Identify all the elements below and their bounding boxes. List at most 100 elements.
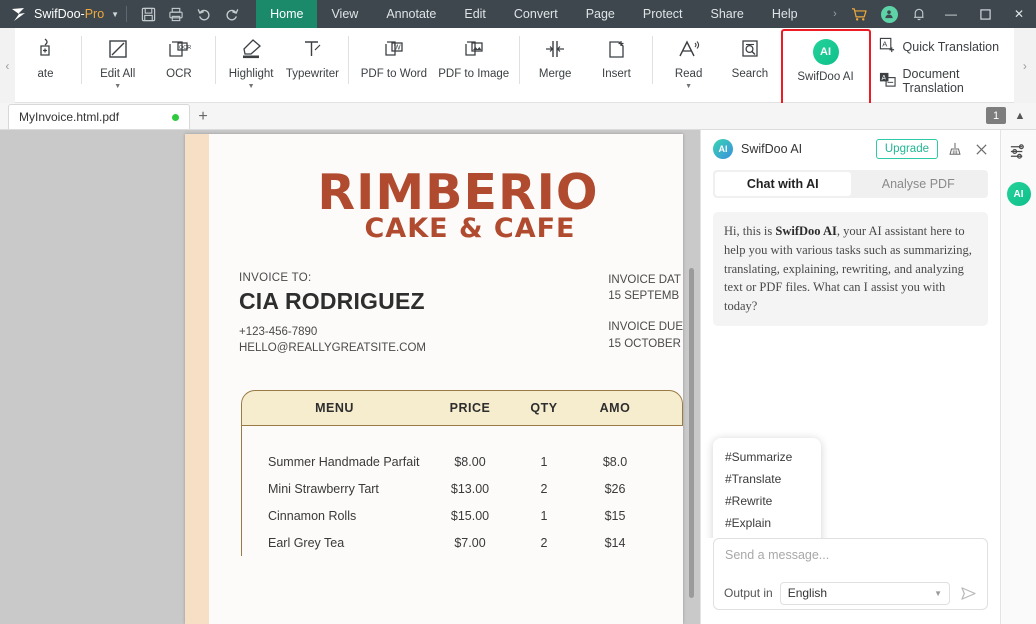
close-button[interactable]: ✕ (1002, 0, 1036, 28)
menu-item-annotate[interactable]: Annotate (372, 0, 450, 28)
cell-amount: $15 (604, 508, 626, 523)
ribbon-label-create: ate (37, 68, 54, 80)
invoice-date-value: 15 SEPTEMB (608, 290, 680, 303)
output-language-select[interactable]: English ▼ (779, 581, 950, 605)
prompt-option-summarize[interactable]: #Summarize (713, 446, 821, 468)
prompt-option-proofread[interactable]: #Proofread (713, 534, 821, 538)
ribbon-label-insert: Insert (602, 68, 631, 80)
chevron-down-icon[interactable]: ▼ (114, 83, 121, 90)
right-side-rail: AI (1000, 130, 1036, 624)
ribbon-divider (81, 36, 83, 84)
notification-bell-icon[interactable] (904, 0, 934, 28)
minimize-button[interactable]: — (934, 0, 968, 28)
invoice-due-label: INVOICE DUE (608, 320, 683, 333)
ribbon-button-typewriter[interactable]: Typewriter (282, 28, 343, 103)
document-scrollbar[interactable] (689, 268, 694, 598)
menu-item-page[interactable]: Page (572, 0, 629, 28)
pdf-to-image-icon (462, 34, 486, 64)
message-input[interactable]: Send a message... (714, 539, 987, 577)
tab-analyse-pdf[interactable]: Analyse PDF (851, 172, 987, 196)
maximize-button[interactable] (968, 0, 1002, 28)
cell-qty: 2 (540, 535, 548, 550)
merge-icon (542, 34, 568, 64)
ribbon-toolbar: ‹ ate Edit All ▼ OCR OCR Highlight ▼ Typ… (0, 28, 1036, 112)
document-tab[interactable]: MyInvoice.html.pdf (8, 104, 190, 129)
ribbon-label-edit-all: Edit All (100, 68, 136, 80)
document-workspace: RIMBERIO CAKE & CAFE INVOICE TO: CIA ROD… (0, 130, 700, 624)
highlight-icon (238, 34, 264, 64)
quick-translation-icon: A (879, 37, 896, 57)
cell-price: $7.00 (454, 535, 486, 550)
brand-dropdown-icon[interactable]: ▼ (111, 10, 119, 19)
cell-amount: $8.0 (602, 454, 628, 469)
quick-translation-label: Quick Translation (902, 39, 1000, 54)
ribbon-scroll-left-icon[interactable]: ‹ (0, 28, 15, 103)
chevron-up-icon[interactable]: ▲ (1008, 102, 1032, 129)
ribbon-button-create[interactable]: ate (15, 28, 76, 103)
undo-icon[interactable] (190, 0, 218, 28)
ribbon-button-highlight[interactable]: Highlight ▼ (221, 28, 282, 103)
invoice-date-block: INVOICE DAT 15 SEPTEMB (608, 272, 683, 305)
ribbon-button-ocr[interactable]: OCR OCR (148, 28, 209, 103)
chevron-down-icon[interactable]: ▼ (248, 83, 255, 90)
column-header-price: PRICE (449, 401, 491, 416)
compose-controls: Output in English ▼ (714, 577, 987, 609)
invoice-client-name: CIA RODRIGUEZ (239, 287, 425, 314)
invoice-meta: INVOICE TO: CIA RODRIGUEZ +123-456-7890 … (209, 272, 683, 367)
ribbon-button-edit-all[interactable]: Edit All ▼ (87, 28, 148, 103)
ribbon-divider (518, 36, 520, 84)
toolbar-divider (126, 6, 128, 22)
new-tab-button[interactable]: + (190, 104, 216, 129)
redo-icon[interactable] (218, 0, 246, 28)
tab-chat-with-ai[interactable]: Chat with AI (715, 172, 851, 196)
quick-translation-button[interactable]: A Quick Translation (879, 37, 1014, 57)
ribbon-scroll-right-icon[interactable]: › (1013, 28, 1036, 103)
document-translation-button[interactable]: A Document Translation (879, 67, 1014, 95)
table-row: Earl Grey Tea $7.00 2 $14 (242, 529, 683, 556)
menu-item-help[interactable]: Help (758, 0, 812, 28)
ribbon-button-read[interactable]: Read ▼ (658, 28, 719, 103)
brand-pro: Pro (84, 7, 105, 21)
ribbon-button-pdf-to-image[interactable]: PDF to Image (434, 28, 514, 103)
cell-amount: $26 (604, 481, 626, 496)
ribbon-button-swifdoo-ai[interactable]: AI SwifDoo AI (787, 33, 865, 108)
close-icon[interactable] (972, 140, 990, 158)
menu-item-edit[interactable]: Edit (450, 0, 500, 28)
search-icon (738, 34, 762, 64)
ribbon-button-pdf-to-word[interactable]: W PDF to Word (354, 28, 434, 103)
prompt-option-translate[interactable]: #Translate (713, 468, 821, 490)
prompt-option-explain[interactable]: #Explain (713, 512, 821, 534)
cell-amount: $14 (604, 535, 626, 550)
menu-overflow-icon[interactable]: › (826, 8, 844, 20)
document-translation-icon: A (879, 71, 896, 91)
ribbon-button-search[interactable]: Search (719, 28, 780, 103)
menu-item-convert[interactable]: Convert (500, 0, 572, 28)
title-bar: SwifDoo-Pro ▼ Home View Annotate Edit Co… (0, 0, 1036, 28)
rail-ai-button[interactable]: AI (1006, 182, 1031, 206)
upgrade-button[interactable]: Upgrade (875, 138, 938, 160)
menu-item-share[interactable]: Share (697, 0, 758, 28)
invoice-bill-to: INVOICE TO: CIA RODRIGUEZ +123-456-7890 … (239, 272, 426, 367)
save-icon[interactable] (134, 0, 162, 28)
send-icon[interactable] (957, 586, 979, 601)
chevron-down-icon[interactable]: ▼ (685, 83, 692, 90)
menu-item-view[interactable]: View (317, 0, 372, 28)
user-account-icon[interactable] (874, 0, 904, 28)
invoice-table-header: MENU PRICE QTY AMO (241, 390, 683, 427)
table-row: Mini Strawberry Tart $13.00 2 $26 (242, 475, 683, 502)
ribbon-button-insert[interactable]: Insert (586, 28, 647, 103)
document-tab-bar: MyInvoice.html.pdf + 1 ▲ (0, 103, 1036, 130)
app-brand: SwifDoo-Pro (34, 7, 104, 21)
cart-icon[interactable] (844, 0, 874, 28)
menu-item-home[interactable]: Home (256, 0, 318, 28)
ai-panel-avatar-icon: AI (713, 139, 733, 159)
prompt-option-rewrite[interactable]: #Rewrite (713, 490, 821, 512)
sliders-icon[interactable] (1009, 142, 1028, 166)
ribbon-button-merge[interactable]: Merge (525, 28, 586, 103)
output-language-label: Output in (724, 586, 773, 600)
print-icon[interactable] (162, 0, 190, 28)
broom-icon[interactable] (946, 140, 964, 158)
menu-item-protect[interactable]: Protect (629, 0, 697, 28)
pdf-page[interactable]: RIMBERIO CAKE & CAFE INVOICE TO: CIA ROD… (185, 134, 683, 624)
column-header-menu: MENU (315, 401, 354, 416)
